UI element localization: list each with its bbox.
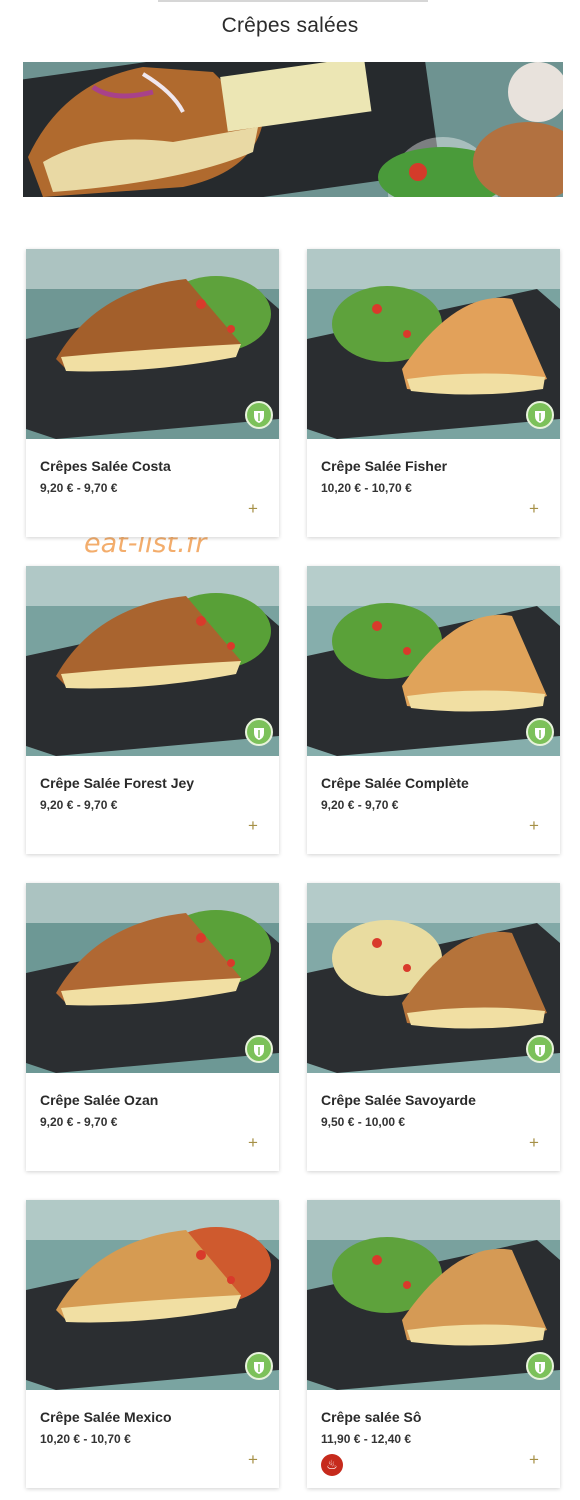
product-price: 9,20 € - 9,70 € — [40, 1115, 118, 1129]
product-photo-drawing — [307, 249, 560, 439]
plus-icon[interactable]: + — [526, 500, 542, 517]
product-grid: Crêpes Salée Costa 9,20 € - 9,70 € + Crê… — [0, 0, 580, 1500]
product-photo-drawing — [307, 883, 560, 1073]
product-photo-drawing — [307, 1200, 560, 1390]
product-photo-drawing — [26, 1200, 279, 1390]
product-name: Crêpe Salée Ozan — [40, 1092, 159, 1108]
product-name: Crêpe Salée Forest Jey — [40, 775, 195, 791]
product-card[interactable]: Crêpe Salée Forest Jey 9,20 € - 9,70 € + — [26, 566, 279, 854]
leaf-badge-icon — [245, 1352, 273, 1380]
plus-icon[interactable]: + — [245, 500, 261, 517]
product-card[interactable]: Crêpe Salée Savoyarde 9,50 € - 10,00 € + — [307, 883, 560, 1171]
product-name: Crêpe Salée Mexico — [40, 1409, 172, 1425]
product-card[interactable]: Crêpe salée Sô 11,90 € - 12,40 € ♨ + — [307, 1200, 560, 1488]
product-name: Crêpe Salée Savoyarde — [321, 1092, 476, 1108]
product-card[interactable]: Crêpe Salée Complète 9,20 € - 9,70 € + — [307, 566, 560, 854]
product-card[interactable]: Crêpe Salée Mexico 10,20 € - 10,70 € + — [26, 1200, 279, 1488]
product-price: 9,20 € - 9,70 € — [321, 798, 399, 812]
leaf-shape — [254, 1362, 264, 1374]
product-price: 9,20 € - 9,70 € — [40, 798, 118, 812]
product-photo-drawing — [26, 566, 279, 756]
plus-icon[interactable]: + — [245, 1134, 261, 1151]
chili-icon: ♨ — [321, 1454, 343, 1476]
product-card[interactable]: Crêpe Salée Ozan 9,20 € - 9,70 € + — [26, 883, 279, 1171]
product-card[interactable]: Crêpe Salée Fisher 10,20 € - 10,70 € + — [307, 249, 560, 537]
product-photo[interactable] — [26, 1200, 279, 1390]
plus-icon[interactable]: + — [526, 1451, 542, 1468]
leaf-badge-icon — [526, 718, 554, 746]
product-price: 11,90 € - 12,40 € — [321, 1432, 412, 1446]
product-photo[interactable] — [307, 566, 560, 756]
product-price: 9,20 € - 9,70 € — [40, 481, 118, 495]
product-name: Crêpe salée Sô — [321, 1409, 422, 1425]
product-photo-drawing — [26, 883, 279, 1073]
product-card[interactable]: Crêpes Salée Costa 9,20 € - 9,70 € + — [26, 249, 279, 537]
leaf-shape — [254, 1045, 264, 1057]
product-photo[interactable] — [26, 566, 279, 756]
product-name: Crêpe Salée Fisher — [321, 458, 448, 474]
product-price: 9,50 € - 10,00 € — [321, 1115, 406, 1129]
leaf-badge-icon — [526, 401, 554, 429]
plus-icon[interactable]: + — [526, 1134, 542, 1151]
leaf-badge-icon — [526, 1352, 554, 1380]
product-photo[interactable] — [307, 1200, 560, 1390]
leaf-shape — [254, 728, 264, 740]
plus-icon[interactable]: + — [245, 817, 261, 834]
leaf-shape — [535, 728, 545, 740]
leaf-shape — [535, 411, 545, 423]
leaf-shape — [535, 1045, 545, 1057]
product-photo[interactable] — [26, 883, 279, 1073]
leaf-shape — [535, 1362, 545, 1374]
plus-icon[interactable]: + — [245, 1451, 261, 1468]
product-photo[interactable] — [307, 883, 560, 1073]
leaf-shape — [254, 411, 264, 423]
leaf-badge-icon — [245, 718, 273, 746]
leaf-badge-icon — [526, 1035, 554, 1063]
product-name: Crêpes Salée Costa — [40, 458, 171, 474]
product-price: 10,20 € - 10,70 € — [321, 481, 412, 495]
product-photo[interactable] — [26, 249, 279, 439]
product-photo[interactable] — [307, 249, 560, 439]
product-price: 10,20 € - 10,70 € — [40, 1432, 131, 1446]
leaf-badge-icon — [245, 401, 273, 429]
product-photo-drawing — [26, 249, 279, 439]
product-name: Crêpe Salée Complète — [321, 775, 469, 791]
product-photo-drawing — [307, 566, 560, 756]
leaf-badge-icon — [245, 1035, 273, 1063]
plus-icon[interactable]: + — [526, 817, 542, 834]
